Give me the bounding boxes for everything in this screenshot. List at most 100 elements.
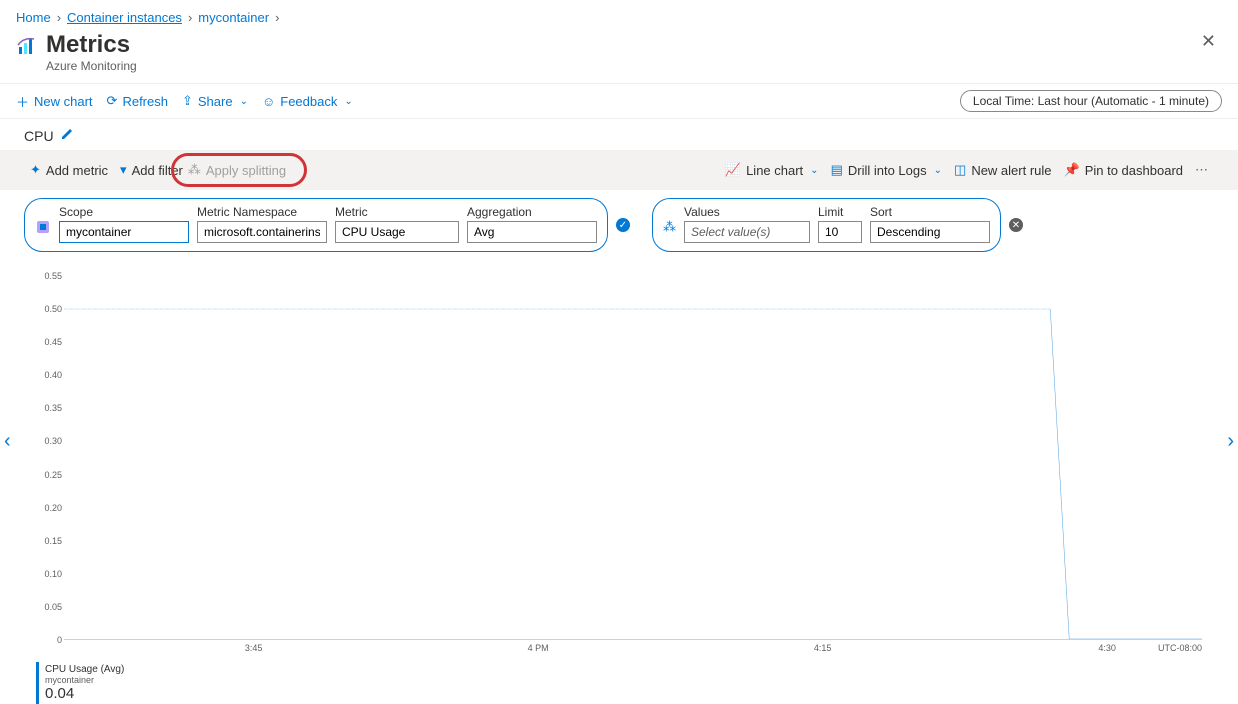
x-axis-tick: 3:45 bbox=[245, 643, 263, 653]
values-select[interactable]: Select value(s) bbox=[684, 221, 810, 243]
checkmark-icon[interactable]: ✓ bbox=[616, 218, 630, 232]
legend-value: 0.04 bbox=[45, 685, 124, 702]
ellipsis-icon: ⋯ bbox=[1195, 162, 1208, 178]
smiley-icon: ☺ bbox=[262, 94, 275, 109]
new-alert-rule-button[interactable]: ◫ New alert rule bbox=[948, 160, 1058, 180]
namespace-label: Metric Namespace bbox=[197, 205, 327, 219]
filter-icon: ▾ bbox=[120, 162, 127, 178]
aggregation-select[interactable]: Avg bbox=[467, 221, 597, 243]
metric-select[interactable]: CPU Usage bbox=[335, 221, 459, 243]
time-range-picker[interactable]: Local Time: Last hour (Automatic - 1 min… bbox=[960, 90, 1222, 112]
refresh-label: Refresh bbox=[122, 94, 168, 109]
values-label: Values bbox=[684, 205, 810, 219]
y-axis-tick: 0.45 bbox=[36, 337, 62, 347]
breadcrumb-home[interactable]: Home bbox=[16, 10, 51, 25]
drill-into-logs-label: Drill into Logs bbox=[848, 163, 927, 178]
new-chart-label: New chart bbox=[34, 94, 93, 109]
legend-item[interactable]: CPU Usage (Avg) mycontainer 0.04 bbox=[36, 662, 130, 704]
alert-icon: ◫ bbox=[954, 162, 966, 178]
new-chart-button[interactable]: ＋ New chart bbox=[16, 92, 93, 111]
chart-type-label: Line chart bbox=[746, 163, 803, 178]
y-axis-tick: 0.10 bbox=[36, 569, 62, 579]
chevron-down-icon: ⌄ bbox=[344, 96, 352, 107]
metric-definition-pill: Scope Metric Namespace microsoft.contain… bbox=[24, 198, 608, 252]
chevron-down-icon: ⌄ bbox=[810, 165, 818, 176]
chart-title-row: CPU bbox=[0, 119, 1238, 150]
more-options-button[interactable]: ⋯ bbox=[1189, 160, 1214, 180]
scope-label: Scope bbox=[59, 205, 189, 219]
drill-into-logs-button[interactable]: ▤ Drill into Logs ⌄ bbox=[825, 160, 948, 180]
new-alert-rule-label: New alert rule bbox=[971, 163, 1051, 178]
legend-series-name: CPU Usage (Avg) bbox=[45, 664, 124, 675]
chevron-down-icon: ⌄ bbox=[240, 96, 248, 107]
legend-resource: mycontainer bbox=[45, 675, 124, 685]
limit-label: Limit bbox=[818, 205, 862, 219]
pin-to-dashboard-button[interactable]: 📌 Pin to dashboard bbox=[1058, 160, 1189, 180]
metrics-icon bbox=[16, 35, 38, 60]
splitting-pill: ⁂ Values Select value(s) Limit Sort Desc… bbox=[652, 198, 1001, 252]
chevron-down-icon: ⌄ bbox=[934, 165, 942, 176]
pencil-icon[interactable] bbox=[60, 127, 74, 144]
breadcrumb: Home › Container instances › mycontainer… bbox=[0, 0, 1238, 27]
page-title: Metrics bbox=[46, 31, 137, 59]
dimension-icon: ⁂ bbox=[663, 205, 676, 235]
aggregation-label: Aggregation bbox=[467, 205, 597, 219]
next-chart-button[interactable]: › bbox=[1227, 430, 1234, 453]
y-axis-tick: 0 bbox=[36, 635, 62, 645]
y-axis-tick: 0.40 bbox=[36, 370, 62, 380]
remove-icon[interactable]: ✕ bbox=[1009, 218, 1023, 232]
line-chart-icon: 📈 bbox=[725, 162, 741, 178]
pin-to-dashboard-label: Pin to dashboard bbox=[1085, 163, 1183, 178]
resource-icon bbox=[35, 205, 51, 235]
x-axis-tick: 4 PM bbox=[528, 643, 549, 653]
chart-type-dropdown[interactable]: 📈 Line chart ⌄ bbox=[719, 160, 825, 180]
pill-row: Scope Metric Namespace microsoft.contain… bbox=[0, 190, 1238, 252]
chevron-right-icon: › bbox=[188, 10, 192, 25]
share-label: Share bbox=[198, 94, 233, 109]
x-axis-tick: 4:15 bbox=[814, 643, 832, 653]
feedback-label: Feedback bbox=[280, 94, 337, 109]
share-button[interactable]: ⇪ Share ⌄ bbox=[182, 93, 248, 109]
breadcrumb-container-instances[interactable]: Container instances bbox=[67, 10, 182, 25]
y-axis-tick: 0.25 bbox=[36, 470, 62, 480]
pin-icon: 📌 bbox=[1064, 162, 1080, 178]
namespace-select[interactable]: microsoft.containerinst... bbox=[197, 221, 327, 243]
sparkle-icon: ✦ bbox=[30, 162, 41, 178]
refresh-button[interactable]: ⟳ Refresh bbox=[107, 93, 168, 109]
command-bar: ＋ New chart ⟳ Refresh ⇪ Share ⌄ ☺ Feedba… bbox=[0, 83, 1238, 119]
metric-label: Metric bbox=[335, 205, 459, 219]
page-header: Metrics Azure Monitoring ✕ bbox=[0, 27, 1238, 83]
sort-select[interactable]: Descending bbox=[870, 221, 990, 243]
y-axis-tick: 0.20 bbox=[36, 503, 62, 513]
y-axis-tick: 0.50 bbox=[36, 304, 62, 314]
plus-icon: ＋ bbox=[16, 92, 29, 111]
chart-title: CPU bbox=[24, 128, 54, 144]
feedback-button[interactable]: ☺ Feedback ⌄ bbox=[262, 94, 353, 109]
scope-input[interactable] bbox=[59, 221, 189, 243]
y-axis-tick: 0.55 bbox=[36, 271, 62, 281]
chevron-right-icon: › bbox=[275, 10, 279, 25]
limit-input[interactable] bbox=[818, 221, 862, 243]
share-icon: ⇪ bbox=[182, 93, 193, 109]
add-metric-label: Add metric bbox=[46, 163, 108, 178]
y-axis-tick: 0.05 bbox=[36, 602, 62, 612]
close-icon[interactable]: ✕ bbox=[1195, 31, 1222, 52]
apply-splitting-label: Apply splitting bbox=[206, 163, 286, 178]
refresh-icon: ⟳ bbox=[107, 93, 118, 109]
y-axis-tick: 0.30 bbox=[36, 436, 62, 446]
chart-toolbar: ✦ Add metric ▾ Add filter ⁂ Apply splitt… bbox=[0, 150, 1238, 190]
sort-label: Sort bbox=[870, 205, 990, 219]
timezone-label: UTC-08:00 bbox=[1158, 643, 1202, 653]
breadcrumb-mycontainer[interactable]: mycontainer bbox=[198, 10, 269, 25]
line-chart[interactable]: 00.050.100.150.200.250.300.350.400.450.5… bbox=[36, 276, 1202, 656]
x-axis-tick: 4:30 bbox=[1098, 643, 1116, 653]
chart-container: 00.050.100.150.200.250.300.350.400.450.5… bbox=[0, 252, 1238, 656]
chevron-right-icon: › bbox=[57, 10, 61, 25]
logs-icon: ▤ bbox=[831, 162, 843, 178]
apply-splitting-button[interactable]: ⁂ Apply splitting bbox=[171, 153, 307, 187]
add-metric-button[interactable]: ✦ Add metric bbox=[24, 160, 114, 180]
prev-chart-button[interactable]: ‹ bbox=[4, 430, 11, 453]
page-subtitle: Azure Monitoring bbox=[46, 59, 137, 73]
y-axis-tick: 0.15 bbox=[36, 536, 62, 546]
split-icon: ⁂ bbox=[188, 162, 201, 178]
